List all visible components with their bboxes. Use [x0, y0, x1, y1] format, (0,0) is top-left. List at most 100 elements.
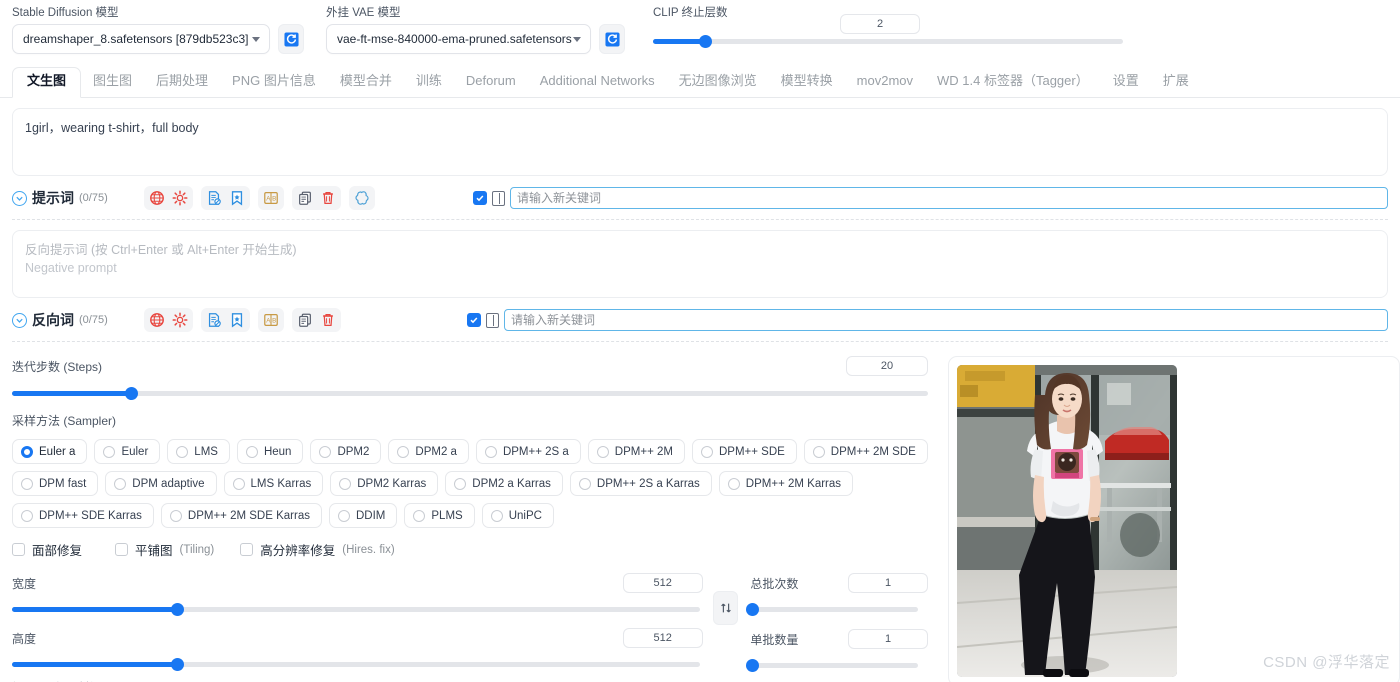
- slider-thumb[interactable]: [171, 602, 185, 616]
- feature-checkbox-1[interactable]: 平铺图 (Tiling): [115, 540, 214, 559]
- sampler-option-10[interactable]: DPM fast: [12, 471, 99, 496]
- batch-count-slider[interactable]: [746, 602, 919, 616]
- sampler-option-5[interactable]: DPM2 a: [388, 439, 469, 464]
- clip-skip-slider[interactable]: [653, 34, 1123, 48]
- bookmark-icon[interactable]: [227, 310, 247, 330]
- negative-icon-group-2: [201, 308, 250, 332]
- sampler-option-6[interactable]: DPM++ 2S a: [475, 439, 581, 464]
- trash-icon[interactable]: [318, 188, 338, 208]
- steps-value[interactable]: 20: [846, 356, 928, 376]
- tab-10[interactable]: mov2mov: [845, 67, 925, 97]
- split-columns-icon[interactable]: [486, 312, 499, 328]
- tab-12[interactable]: 设置: [1101, 67, 1151, 97]
- sampler-option-19[interactable]: DDIM: [328, 503, 398, 528]
- chevron-down-circle-icon[interactable]: [12, 312, 27, 328]
- sampler-option-16[interactable]: DPM++ 2M Karras: [718, 471, 854, 496]
- gear-icon[interactable]: [170, 188, 190, 208]
- sampler-option-21[interactable]: UniPC: [481, 503, 554, 528]
- sampler-option-18[interactable]: DPM++ 2M SDE Karras: [160, 503, 322, 528]
- paste-icon[interactable]: [295, 188, 315, 208]
- svg-text:A: A: [266, 196, 271, 203]
- split-columns-icon[interactable]: [492, 190, 505, 206]
- batch-size-value[interactable]: 1: [848, 629, 928, 649]
- swap-dimensions-button[interactable]: [712, 591, 739, 625]
- document-clear-icon[interactable]: [204, 310, 224, 330]
- prompt-textarea[interactable]: 1girl，wearing t-shirt，full body: [12, 108, 1388, 176]
- sampler-option-20[interactable]: PLMS: [404, 503, 475, 528]
- batch-size-slider[interactable]: [746, 658, 919, 672]
- width-value[interactable]: 512: [622, 573, 703, 593]
- width-slider[interactable]: [12, 602, 700, 616]
- sampler-option-1[interactable]: Euler: [94, 439, 161, 464]
- globe-icon[interactable]: [147, 310, 167, 330]
- feature-checkbox-2[interactable]: 高分辨率修复 (Hires. fix): [240, 540, 395, 559]
- sampler-option-label: DPM2 a Karras: [472, 477, 551, 490]
- tab-13[interactable]: 扩展: [1151, 67, 1201, 97]
- prompt-keyword-checkbox[interactable]: [473, 191, 487, 205]
- steps-slider[interactable]: [12, 386, 928, 400]
- trash-icon[interactable]: [318, 310, 338, 330]
- batch-count-head: 总批次数 1: [750, 573, 928, 593]
- openai-icon[interactable]: [352, 188, 372, 208]
- sampler-option-17[interactable]: DPM++ SDE Karras: [12, 503, 154, 528]
- sampler-option-2[interactable]: LMS: [167, 439, 230, 464]
- paste-icon[interactable]: [295, 310, 315, 330]
- feature-checkbox-0[interactable]: 面部修复: [12, 540, 89, 559]
- sampler-option-15[interactable]: DPM++ 2S a Karras: [569, 471, 712, 496]
- sd-model-select[interactable]: dreamshaper_8.safetensors [879db523c3]: [12, 24, 270, 54]
- tab-1[interactable]: 图生图: [81, 67, 144, 97]
- slider-thumb[interactable]: [171, 657, 185, 671]
- tab-9[interactable]: 模型转换: [769, 67, 845, 97]
- sampler-option-4[interactable]: DPM2: [310, 439, 382, 464]
- height-value[interactable]: 512: [622, 628, 703, 648]
- sampler-option-13[interactable]: DPM2 Karras: [330, 471, 439, 496]
- generated-image-content: [957, 365, 1177, 677]
- tab-4[interactable]: 模型合并: [328, 67, 404, 97]
- clip-skip-value[interactable]: 2: [840, 14, 920, 34]
- translate-icon[interactable]: AB: [261, 188, 281, 208]
- sampler-option-14[interactable]: DPM2 a Karras: [445, 471, 563, 496]
- prompt-keyword-input[interactable]: 请输入新关键词: [510, 187, 1388, 209]
- negative-keyword-input[interactable]: 请输入新关键词: [504, 309, 1388, 331]
- slider-fill: [12, 661, 178, 667]
- sd-model-refresh-button[interactable]: [278, 24, 304, 54]
- negative-prompt-toolbar-title[interactable]: 反向词 (0/75): [12, 310, 144, 330]
- prompt-icon-group-1: [144, 186, 193, 210]
- negative-prompt-textarea[interactable]: 反向提示词 (按 Ctrl+Enter 或 Alt+Enter 开始生成) Ne…: [12, 230, 1388, 298]
- slider-thumb[interactable]: [746, 602, 760, 616]
- feature-checkbox-label-cn: 面部修复: [32, 544, 83, 558]
- batch-count-value[interactable]: 1: [848, 573, 928, 593]
- vae-model-refresh-button[interactable]: [599, 24, 625, 54]
- bookmark-icon[interactable]: [227, 188, 247, 208]
- tab-5[interactable]: 训练: [404, 67, 454, 97]
- chevron-down-circle-icon[interactable]: [12, 190, 27, 206]
- gear-icon[interactable]: [170, 310, 190, 330]
- negative-keyword-checkbox[interactable]: [467, 313, 481, 327]
- height-slider[interactable]: [12, 657, 700, 671]
- sampler-option-0[interactable]: Euler a: [12, 439, 88, 464]
- slider-thumb[interactable]: [746, 658, 760, 672]
- tab-11[interactable]: WD 1.4 标签器（Tagger）: [925, 67, 1101, 97]
- sampler-option-12[interactable]: LMS Karras: [223, 471, 324, 496]
- tab-8[interactable]: 无边图像浏览: [667, 67, 769, 97]
- radio-icon: [596, 445, 609, 458]
- slider-thumb[interactable]: [125, 386, 139, 400]
- prompt-toolbar-title[interactable]: 提示词 (0/75): [12, 188, 144, 208]
- sampler-option-9[interactable]: DPM++ 2M SDE: [803, 439, 928, 464]
- sampler-option-7[interactable]: DPM++ 2M: [587, 439, 685, 464]
- tab-6[interactable]: Deforum: [454, 67, 528, 97]
- slider-thumb[interactable]: [698, 34, 712, 48]
- translate-icon[interactable]: AB: [261, 310, 281, 330]
- result-gallery[interactable]: [948, 356, 1400, 682]
- sampler-option-8[interactable]: DPM++ SDE: [691, 439, 797, 464]
- sampler-option-11[interactable]: DPM adaptive: [105, 471, 217, 496]
- tab-0[interactable]: 文生图: [12, 67, 82, 98]
- generated-image[interactable]: [957, 365, 1177, 677]
- tab-7[interactable]: Additional Networks: [528, 67, 667, 97]
- tab-2[interactable]: 后期处理: [144, 67, 220, 97]
- vae-model-select[interactable]: vae-ft-mse-840000-ema-pruned.safetensors: [326, 24, 591, 54]
- globe-icon[interactable]: [147, 188, 167, 208]
- document-clear-icon[interactable]: [204, 188, 224, 208]
- tab-3[interactable]: PNG 图片信息: [220, 67, 328, 97]
- sampler-option-3[interactable]: Heun: [236, 439, 304, 464]
